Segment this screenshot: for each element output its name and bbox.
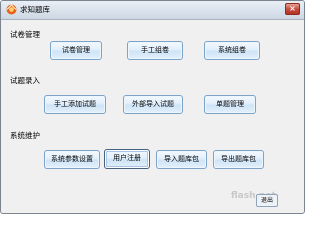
section-title-paper-management: 试卷管理: [10, 30, 40, 39]
paper-management-button[interactable]: 试卷管理: [50, 41, 102, 60]
manual-compose-button[interactable]: 手工组卷: [127, 41, 183, 60]
close-button[interactable]: ×: [285, 3, 300, 15]
manual-add-question-button[interactable]: 手工添加试题: [44, 95, 106, 114]
export-package-button[interactable]: 导出题库包: [213, 150, 264, 169]
import-package-button[interactable]: 导入题库包: [156, 150, 207, 169]
main-window: 求知题库 × 试卷管理 试卷管理 手工组卷 系统组卷 试题录入 手工添加试题 外…: [0, 0, 305, 214]
import-external-questions-button[interactable]: 外部导入试题: [123, 95, 183, 114]
exit-button[interactable]: 退出: [256, 194, 278, 207]
section-title-question-entry: 试题录入: [10, 76, 40, 85]
title-bar[interactable]: 求知题库 ×: [1, 1, 304, 20]
section-title-system-maintenance: 系统维护: [10, 131, 40, 140]
single-question-management-button[interactable]: 单题管理: [204, 95, 256, 114]
window-title: 求知题库: [20, 5, 50, 14]
system-compose-button[interactable]: 系统组卷: [204, 41, 260, 60]
user-register-button[interactable]: 用户注册: [104, 149, 150, 169]
system-settings-button[interactable]: 系统参数设置: [44, 150, 100, 169]
app-logo-icon: [6, 4, 17, 15]
